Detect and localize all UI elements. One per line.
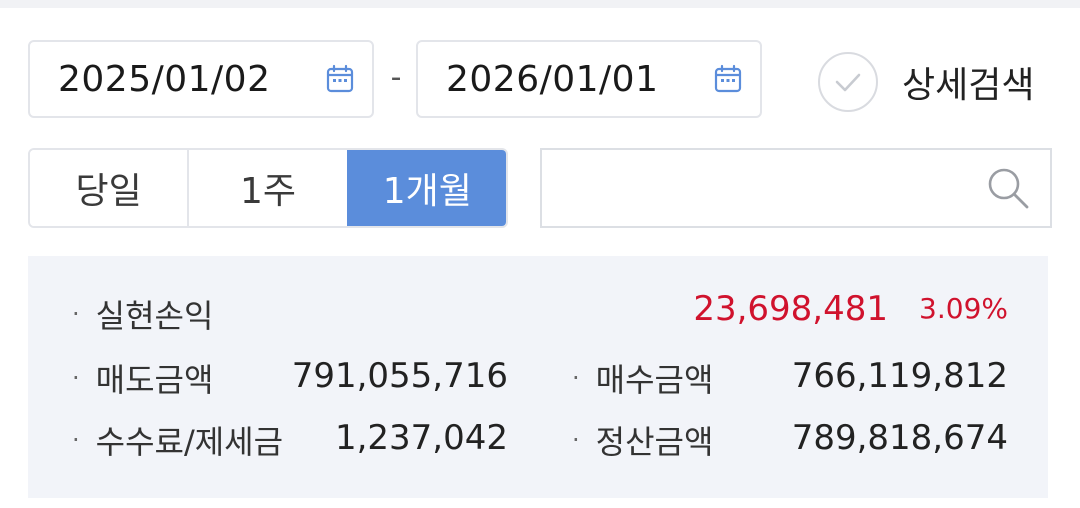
tab-1-week[interactable]: 1주	[187, 150, 347, 226]
sell-amount-value: 791,055,716	[291, 356, 508, 396]
realized-pnl-rate: 3.09%	[919, 292, 1008, 325]
sell-amount-label: 매도금액	[95, 361, 214, 399]
end-date-field[interactable]: 2026/01/01	[416, 40, 762, 118]
top-divider	[0, 0, 1080, 8]
realized-pnl-label-row: · 실현손익	[72, 292, 213, 336]
detail-search-label: 상세검색	[902, 65, 1035, 106]
bullet: ·	[572, 426, 580, 454]
check-circle-icon[interactable]	[818, 52, 878, 112]
fee-tax-label-row: · 수수료/제세금	[72, 418, 283, 462]
bullet: ·	[72, 364, 80, 392]
fee-tax-value: 1,237,042	[334, 418, 508, 458]
settlement-amount-label: 정산금액	[595, 423, 714, 461]
buy-amount-label-row: · 매수금액	[572, 356, 713, 400]
search-input[interactable]	[542, 150, 984, 226]
tab-1-month[interactable]: 1개월	[346, 150, 506, 226]
start-date-field[interactable]: 2025/01/02	[28, 40, 374, 118]
sell-amount-label-row: · 매도금액	[72, 356, 213, 400]
settlement-amount-label-row: · 정산금액	[572, 418, 713, 462]
bullet: ·	[72, 300, 80, 328]
tab-today[interactable]: 당일	[30, 150, 188, 226]
realized-pnl-value: 23,698,481	[693, 289, 888, 329]
bullet: ·	[72, 426, 80, 454]
period-tabs: 당일 1주 1개월	[28, 148, 508, 228]
end-date-value: 2026/01/01	[446, 58, 659, 100]
calendar-icon[interactable]	[324, 63, 356, 95]
date-range-separator: -	[390, 60, 402, 95]
bullet: ·	[572, 364, 580, 392]
buy-amount-value: 766,119,812	[791, 356, 1008, 396]
buy-amount-label: 매수금액	[595, 361, 714, 399]
fee-tax-label: 수수료/제세금	[95, 423, 284, 461]
trade-history-screen: 2025/01/02 - 2026/01/01 상세검색 당일 1주 1개월 ·…	[0, 0, 1080, 508]
trade-summary-panel: · 실현손익 23,698,481 3.09% · 매도금액 791,055,7…	[28, 256, 1048, 498]
calendar-icon[interactable]	[712, 63, 744, 95]
search-box	[540, 148, 1052, 228]
search-icon[interactable]	[984, 164, 1032, 212]
start-date-value: 2025/01/02	[58, 58, 271, 100]
detail-search-toggle[interactable]: 상세검색	[818, 52, 1034, 112]
settlement-amount-value: 789,818,674	[791, 418, 1008, 458]
realized-pnl-label: 실현손익	[95, 297, 214, 335]
